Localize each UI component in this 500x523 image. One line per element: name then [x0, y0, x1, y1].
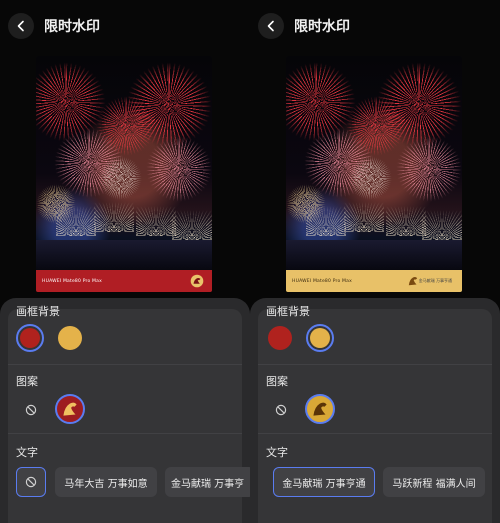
section-label-text: 文字 [16, 446, 38, 459]
horse-icon [313, 402, 327, 416]
watermark-preview: HUAWEI Mate80 Pro Max 金马献瑞 万事亨通 [286, 56, 462, 292]
text-card: 文字 马年大吉 万事如意 金马献瑞 万事亨 [8, 433, 250, 523]
settings-sheet: 画框背景 图案 文字 马年大吉 万事如意 金马献瑞 万事亨 [0, 298, 250, 523]
text-option[interactable]: 马年大吉 万事如意 [55, 467, 157, 497]
section-label-text: 文字 [266, 446, 288, 459]
header: 限时水印 [258, 12, 350, 40]
pattern-card: 图案 [258, 364, 492, 433]
device-label: HUAWEI Mate80 Pro Max [292, 278, 352, 284]
no-symbol-icon [25, 404, 37, 416]
color-swatch-red[interactable] [16, 324, 44, 352]
section-label-pattern: 图案 [266, 375, 288, 388]
horse-pattern-button[interactable] [305, 394, 335, 424]
text-option[interactable]: 金马献瑞 万事亨 [165, 467, 250, 497]
watermark-bar: HUAWEI Mate80 Pro Max [36, 270, 212, 292]
background-card: 画框背景 [258, 305, 492, 364]
header: 限时水印 [8, 12, 100, 40]
fireworks-photo [286, 56, 462, 270]
section-label-background: 画框背景 [16, 305, 60, 318]
watermark-bar: HUAWEI Mate80 Pro Max 金马献瑞 万事亨通 [286, 270, 462, 292]
screen-right: 限时水印 HUAWEI Mate80 Pro Max 金马献瑞 万事亨通 画框背… [250, 0, 500, 523]
screen-left: 限时水印 HUAWEI Mate80 Pro Max 画框背景 图案 文字 马年… [0, 0, 250, 523]
no-symbol-icon [275, 404, 287, 416]
device-label: HUAWEI Mate80 Pro Max [42, 278, 102, 284]
color-swatch-gold[interactable] [306, 324, 334, 352]
fireworks-photo [36, 56, 212, 270]
slogan-text: 金马献瑞 万事亨通 [418, 278, 452, 283]
no-pattern-button[interactable] [267, 396, 295, 424]
text-option[interactable]: 马跃新程 福满人间 [383, 467, 485, 497]
horse-icon [63, 402, 77, 416]
horse-pattern-button[interactable] [55, 394, 85, 424]
horse-icon [190, 274, 204, 288]
section-label-background: 画框背景 [266, 305, 310, 318]
text-option[interactable]: 金马献瑞 万事亨通 [273, 467, 375, 497]
no-text-button[interactable] [16, 467, 46, 497]
back-button[interactable] [258, 13, 284, 39]
watermark-preview: HUAWEI Mate80 Pro Max [36, 56, 212, 292]
section-label-pattern: 图案 [16, 375, 38, 388]
pattern-card: 图案 [8, 364, 242, 433]
chevron-left-icon [17, 20, 24, 32]
color-swatch-red[interactable] [266, 324, 294, 352]
settings-sheet: 画框背景 图案 文字 金马献瑞 万事亨通 马跃新程 福满人间 [250, 298, 500, 523]
no-symbol-icon [25, 476, 37, 488]
color-swatch-gold[interactable] [56, 324, 84, 352]
page-title: 限时水印 [44, 19, 100, 35]
background-card: 画框背景 [8, 305, 242, 364]
back-button[interactable] [8, 13, 34, 39]
chevron-left-icon [267, 20, 274, 32]
no-pattern-button[interactable] [17, 396, 45, 424]
page-title: 限时水印 [294, 19, 350, 35]
text-card: 文字 金马献瑞 万事亨通 马跃新程 福满人间 [258, 433, 492, 523]
